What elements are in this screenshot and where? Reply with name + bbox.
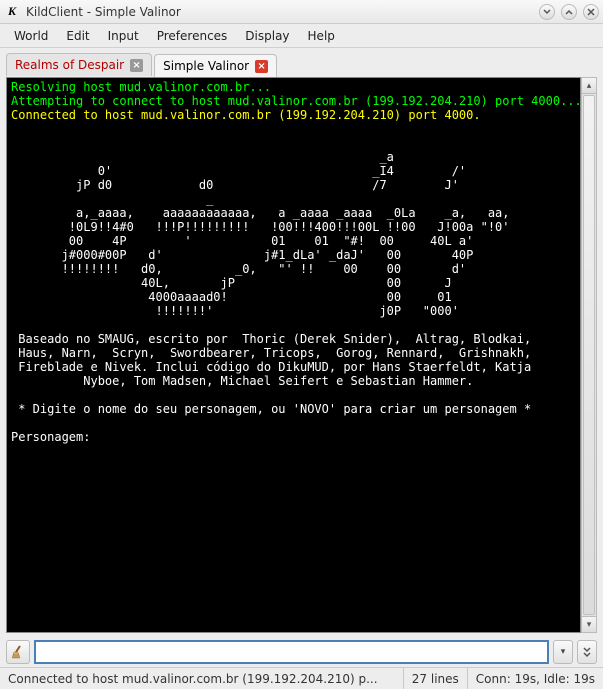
terminal-line: * Digite o nome do seu personagem, ou 'N… [11,402,576,416]
maximize-icon [565,8,573,16]
terminal-line [11,136,576,150]
terminal-line: 40L, jP 00 J [11,276,576,290]
tab-realms-of-despair[interactable]: Realms of Despair × [6,53,152,76]
chevron-down-icon [582,646,592,658]
broom-icon [11,645,25,659]
menu-display[interactable]: Display [237,27,297,45]
input-row: ▾ [0,637,603,667]
status-lines: 27 lines [404,668,468,689]
terminal-area: Resolving host mud.valinor.com.br...Atte… [0,76,603,637]
tab-label: Realms of Despair [15,58,124,72]
clear-input-button[interactable] [6,640,30,664]
scroll-up-button[interactable]: ▴ [582,78,596,94]
terminal-line: a,_aaaa, aaaaaaaaaaaa, a _aaaa _aaaa _0L… [11,206,576,220]
menu-input[interactable]: Input [100,27,147,45]
window-title: KildClient - Simple Valinor [26,5,533,19]
send-button[interactable] [577,640,597,664]
history-dropdown-button[interactable]: ▾ [553,640,573,664]
scroll-down-button[interactable]: ▾ [582,616,596,632]
terminal-line: !!!!!!!! d0, _0, "' !! 00 00 d' [11,262,576,276]
terminal-line [11,388,576,402]
terminal-line: !0L9!!4#0 !!!P!!!!!!!!! !00!!!400!!!00L … [11,220,576,234]
terminal-line: _a [11,150,576,164]
close-icon [587,8,595,16]
terminal-line: Nyboe, Tom Madsen, Michael Seifert e Seb… [11,374,576,388]
terminal-output: Resolving host mud.valinor.com.br...Atte… [6,77,581,633]
terminal-line [11,416,576,430]
scroll-track[interactable] [582,94,596,616]
scroll-thumb[interactable] [583,95,595,615]
tab-close-button[interactable]: × [255,60,268,73]
menu-edit[interactable]: Edit [58,27,97,45]
terminal-line: 0' _I4 /' [11,164,576,178]
menu-help[interactable]: Help [300,27,343,45]
terminal-line [11,318,576,332]
terminal-line: Connected to host mud.valinor.com.br (19… [11,108,576,122]
terminal-line: _ [11,192,576,206]
terminal-line: Haus, Narn, Scryn, Swordbearer, Tricops,… [11,346,576,360]
close-window-button[interactable] [583,4,599,20]
status-timers: Conn: 19s, Idle: 19s [468,668,603,689]
terminal-line: Baseado no SMAUG, escrito por Thoric (De… [11,332,576,346]
tab-label: Simple Valinor [163,59,249,73]
terminal-line [11,122,576,136]
titlebar: K KildClient - Simple Valinor [0,0,603,24]
terminal-scrollbar[interactable]: ▴ ▾ [581,77,597,633]
maximize-button[interactable] [561,4,577,20]
terminal-line: !!!!!!!' j0P "000' [11,304,576,318]
menu-world[interactable]: World [6,27,56,45]
status-connection: Connected to host mud.valinor.com.br (19… [0,668,404,689]
menu-preferences[interactable]: Preferences [149,27,236,45]
menubar: World Edit Input Preferences Display Hel… [0,24,603,48]
command-input[interactable] [34,640,549,664]
minimize-button[interactable] [539,4,555,20]
tab-simple-valinor[interactable]: Simple Valinor × [154,54,277,77]
terminal-line: jP d0 d0 /7 J' [11,178,576,192]
statusbar: Connected to host mud.valinor.com.br (19… [0,667,603,689]
minimize-icon [543,8,551,16]
app-icon: K [4,4,20,20]
terminal-line: j#000#00P d' j#1_dLa' _daJ' 00 40P [11,248,576,262]
terminal-line: Resolving host mud.valinor.com.br... [11,80,576,94]
terminal-line: Fireblade e Nivek. Inclui código do Diku… [11,360,576,374]
terminal-line: 4000aaaad0! 00 01 [11,290,576,304]
terminal-line: 00 4P ' 01 01 "#! 00 40L a' [11,234,576,248]
tab-close-button[interactable]: × [130,59,143,72]
tabbar: Realms of Despair × Simple Valinor × [0,48,603,76]
terminal-line: Attempting to connect to host mud.valino… [11,94,576,108]
terminal-line: Personagem: [11,430,576,444]
